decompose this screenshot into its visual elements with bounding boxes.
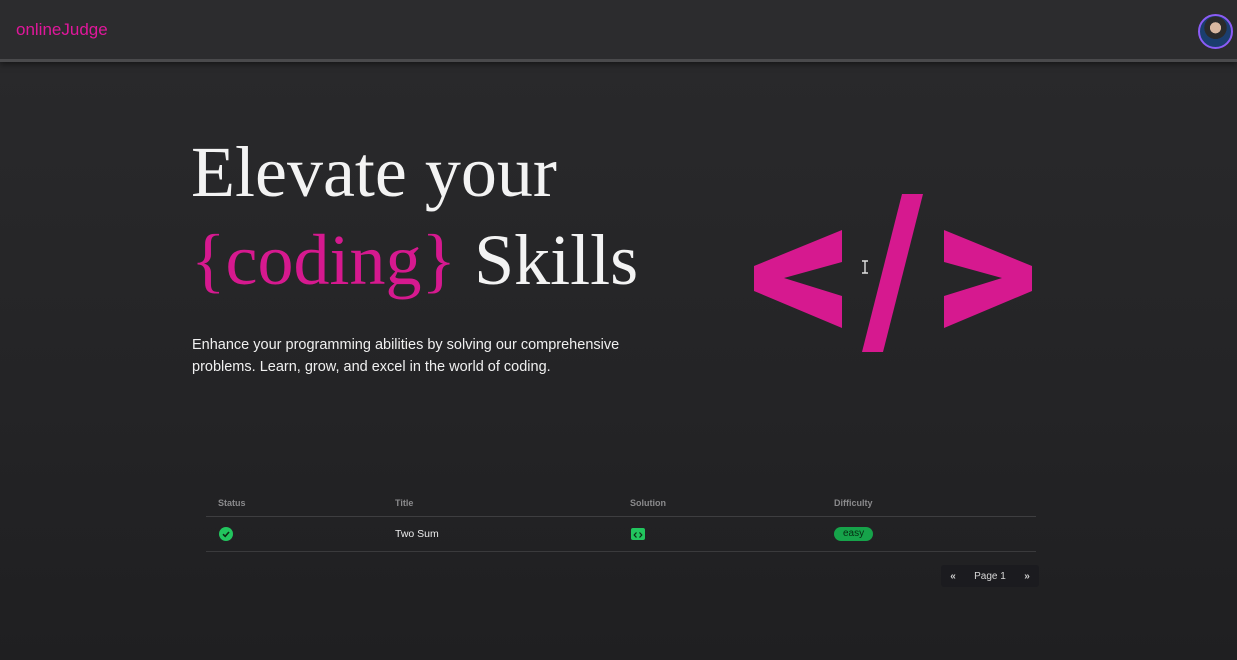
- problem-title-link[interactable]: Two Sum: [395, 528, 439, 540]
- user-avatar-icon[interactable]: [1198, 14, 1233, 49]
- check-circle-icon: [219, 527, 233, 541]
- prev-page-button[interactable]: «: [941, 565, 965, 587]
- hero-description: Enhance your programming abilities by so…: [192, 337, 620, 375]
- brand-logo[interactable]: onlineJudge: [16, 20, 108, 40]
- top-navbar: onlineJudge: [0, 0, 1237, 62]
- pagination: « Page 1 »: [941, 565, 1039, 587]
- table-header: Status Title Solution Difficulty: [206, 490, 1036, 517]
- header-status: Status: [218, 498, 246, 508]
- text-cursor-icon: [862, 260, 868, 274]
- code-tag-icon: [754, 194, 1032, 352]
- problems-table: Status Title Solution Difficulty Two Sum…: [206, 490, 1036, 552]
- hero-title-line1: Elevate your: [191, 132, 557, 212]
- code-icon[interactable]: [631, 528, 645, 540]
- hero-title-rest: Skills: [456, 220, 639, 300]
- hero-title-accent: {coding}: [191, 220, 457, 300]
- header-difficulty: Difficulty: [834, 498, 873, 508]
- header-solution: Solution: [630, 498, 666, 508]
- header-title: Title: [395, 498, 414, 508]
- table-row[interactable]: Two Sum easy: [206, 517, 1036, 552]
- difficulty-badge: easy: [834, 527, 874, 541]
- next-page-button[interactable]: »: [1015, 565, 1039, 587]
- page-indicator: Page 1: [974, 570, 1006, 582]
- hero-title-line2: {coding} Skills: [191, 224, 638, 296]
